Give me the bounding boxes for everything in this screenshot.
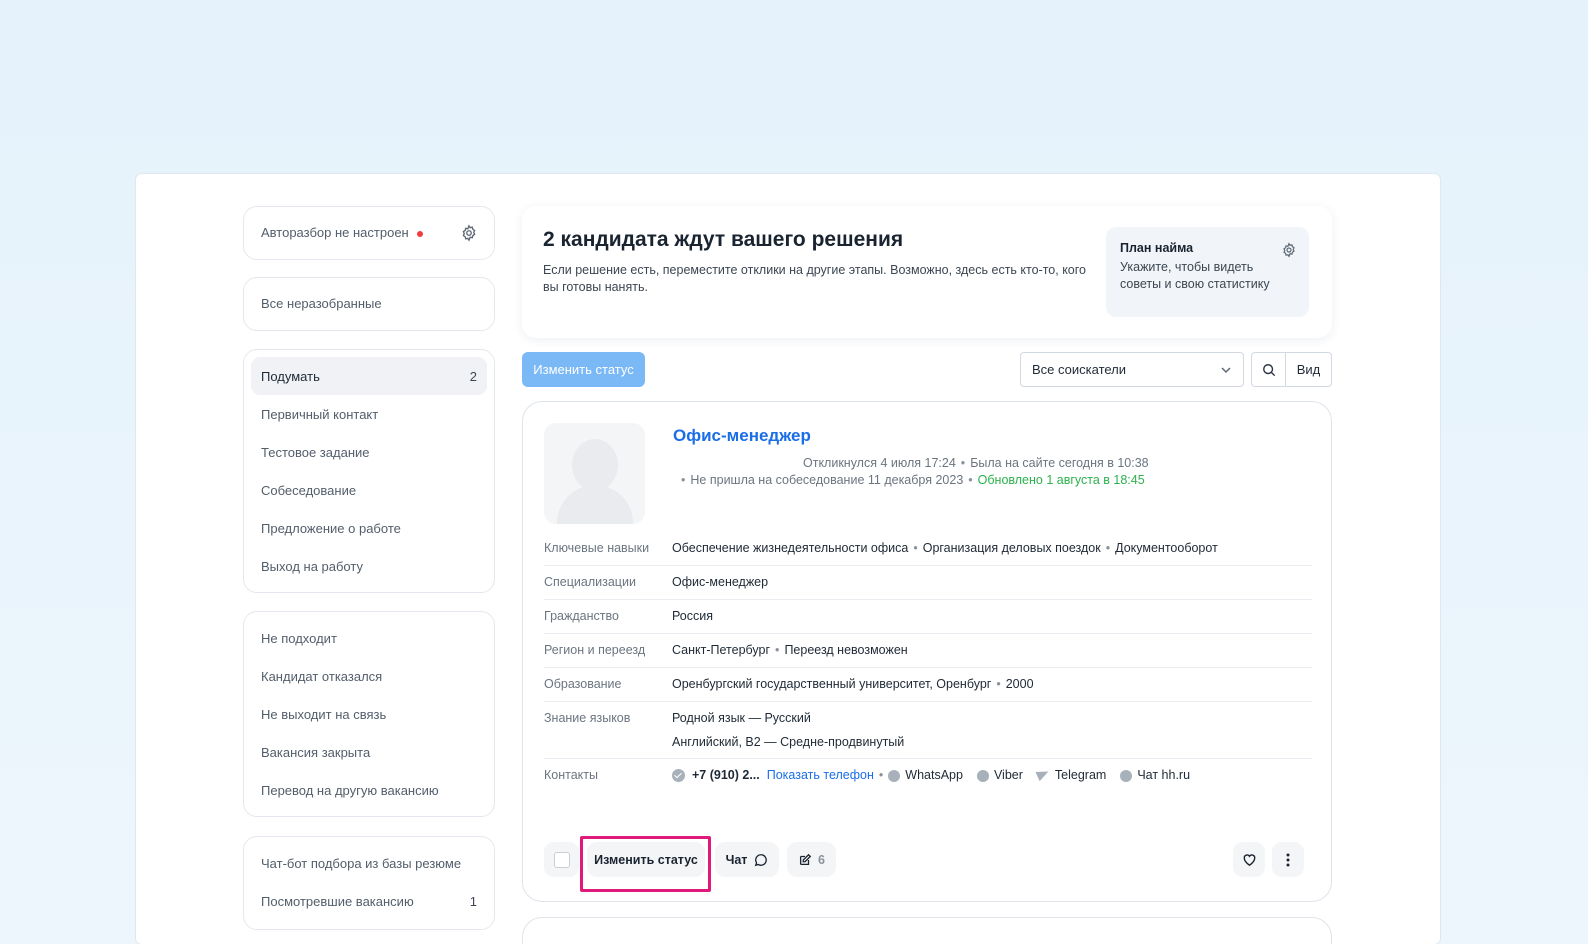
hiring-plan-description: Укажите, чтобы видеть советы и свою стат… [1120,260,1270,291]
candidate-meta-line-1: Откликнулся 4 июля 17:24 • Была на сайте с… [803,456,1149,470]
education-value: Оренбургский государственный университет… [672,677,992,691]
highlight-frame [580,836,711,892]
avatar[interactable] [544,423,645,524]
specialization-row: Специализации Офис-менеджер [544,566,1312,600]
all-unsorted-card[interactable]: Все неразобранные [243,277,495,331]
next-candidate-card [522,917,1332,944]
sidebar-item-primary-contact[interactable]: Первичный контакт [251,395,487,433]
skill-item: Обеспечение жизнедеятельности офиса [672,541,909,555]
verified-icon [672,769,685,782]
row-value: Россия [672,609,713,623]
notes-count: 6 [818,852,825,867]
heart-icon [1243,854,1255,866]
autosort-label: Авторазбор не настроен [261,225,409,240]
updated-note: Обновлено 1 августа в 18:45 [977,473,1145,487]
hiring-plan-title: План найма [1120,241,1194,255]
row-label: Специализации [544,575,636,589]
sidebar-item-interview[interactable]: Собеседование [251,471,487,509]
phone-number: +7 (910) 2... [692,768,760,782]
sidebar-item-no-contact[interactable]: Не выходит на связь [251,695,487,733]
telegram-icon [1035,766,1051,782]
whatsapp-icon [888,769,901,782]
whatsapp-contact[interactable]: WhatsApp [888,767,963,784]
row-value: Офис-менеджер [672,575,769,589]
sidebar-item-viewed-vacancy[interactable]: Посмотревшие вакансию 1 [251,882,487,920]
rejects-list: Не подходит Кандидат отказался Не выходи… [243,611,495,817]
language-item: Английский, B2 — Средне-продвинутый [672,735,905,749]
more-options-button[interactable] [1272,842,1304,877]
sidebar-item-chatbot[interactable]: Чат-бот подбора из базы резюме [251,844,487,882]
contacts-row: Контакты +7 (910) 2... Показать телефон … [544,759,1312,792]
citizenship-row: Гражданство Россия [544,600,1312,634]
row-label: Регион и переезд [544,643,646,657]
notes-button[interactable]: 6 [787,842,836,877]
candidate-meta-line-2: • Не пришла на собеседование 11 декабря 2… [681,473,1145,487]
applicant-filter-select[interactable]: Все соискатели [1020,352,1244,387]
bulk-change-status-button[interactable]: Изменить статус [522,352,645,387]
skills-row: Ключевые навыки Обеспечение жизнедеятель… [544,532,1312,566]
chevron-down-icon [1221,366,1231,373]
gear-icon[interactable] [460,224,478,242]
skill-item: Документооборот [1115,541,1218,555]
favorite-button[interactable] [1233,842,1265,877]
region-value: Санкт-Петербург [672,643,771,657]
sidebar-item-test-task[interactable]: Тестовое задание [251,433,487,471]
sidebar-item-transfer[interactable]: Перевод на другую вакансию [251,771,487,809]
telegram-contact[interactable]: Telegram [1035,766,1106,784]
chat-icon [1120,769,1133,782]
banner-description: Если решение есть, переместите отклики н… [543,263,1086,294]
autosort-card[interactable]: Авторазбор не настроен [243,206,495,260]
skill-item: Организация деловых поездок [922,541,1101,555]
relocation-value: Переезд невозможен [784,643,908,657]
resume-title-link[interactable]: Офис-менеджер [673,426,811,446]
sidebar-item-offer[interactable]: Предложение о работе [251,509,487,547]
count-badge: 2 [469,368,477,384]
hiring-plan-box[interactable]: План найма Укажите, чтобы видеть советы … [1106,227,1309,317]
decision-banner: 2 кандидата ждут вашего решения Если реш… [522,206,1332,338]
responded-time: Откликнулся 4 июля 17:24 [803,456,956,470]
view-button[interactable]: Вид [1285,352,1332,387]
viber-icon [976,769,989,782]
row-label: Гражданство [544,609,619,623]
extra-list: Чат-бот подбора из базы резюме Посмотрев… [243,836,495,930]
sidebar-item-vacancy-closed[interactable]: Вакансия закрыта [251,733,487,771]
page-title: 2 кандидата ждут вашего решения [543,228,904,251]
chat-button[interactable]: Чат [715,842,779,877]
more-vertical-icon [1286,853,1290,866]
warning-dot-icon [416,230,423,237]
languages-row: Знание языков Родной язык — Русский Англ… [544,702,1312,759]
sidebar-item-think[interactable]: Подумать 2 [251,357,487,395]
chat-bubble-icon [755,853,768,866]
education-row: Образование Оренбургский государственный… [544,668,1312,702]
gear-icon[interactable] [1281,242,1297,258]
candidate-card: Офис-менеджер Откликнулся 4 июля 17:24 • Б… [522,401,1332,902]
row-label: Знание языков [544,711,631,725]
sidebar-item-not-fit[interactable]: Не подходит [251,619,487,657]
select-checkbox[interactable] [544,842,579,877]
hh-chat-contact[interactable]: Чат hh.ru [1120,767,1190,784]
region-row: Регион и переезд Санкт-Петербург • Переезд… [544,634,1312,668]
search-icon [1262,363,1275,376]
row-label: Ключевые навыки [544,541,650,555]
all-unsorted-label: Все неразобранные [261,296,382,311]
language-item: Родной язык — Русский [672,711,811,725]
no-show-note: Не пришла на собеседование 11 декабря 20… [690,473,964,487]
filter-value: Все соискатели [1032,362,1127,377]
show-phone-link[interactable]: Показать телефон [767,767,874,784]
last-seen: Была на сайте сегодня в 10:38 [970,456,1149,470]
edit-note-icon [799,853,812,865]
sidebar-item-start-work[interactable]: Выход на работу [251,547,487,585]
row-label: Образование [544,677,622,691]
resume-details: Ключевые навыки Обеспечение жизнедеятель… [544,532,1312,792]
count-badge: 1 [469,893,477,909]
row-label: Контакты [544,768,598,782]
sidebar-item-candidate-declined[interactable]: Кандидат отказался [251,657,487,695]
search-button[interactable] [1251,352,1286,387]
stages-list: Подумать 2 Первичный контакт Тестовое зад… [243,349,495,593]
education-year: 2000 [1005,677,1034,691]
viber-contact[interactable]: Viber [976,767,1023,784]
